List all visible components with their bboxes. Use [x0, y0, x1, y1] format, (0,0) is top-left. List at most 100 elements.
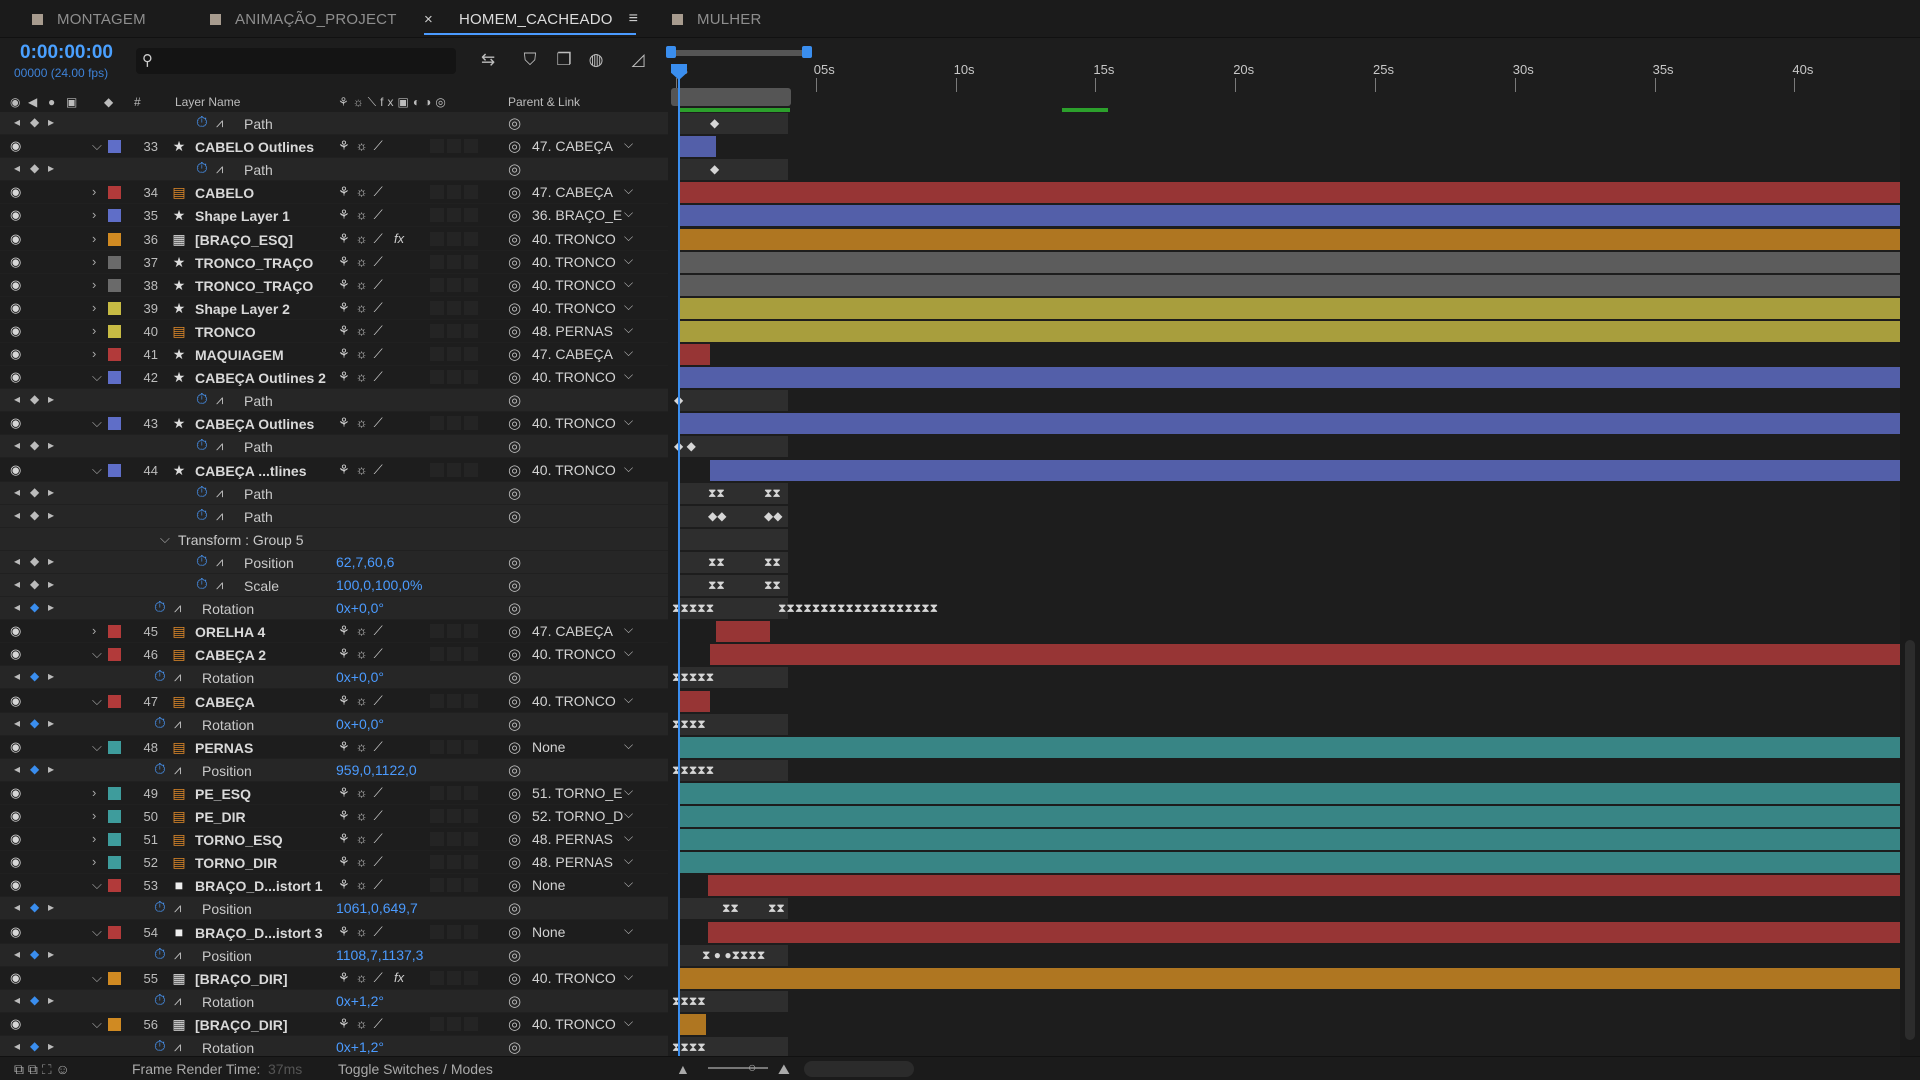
- layer-duration-bar[interactable]: [708, 921, 1900, 943]
- layer-duration-bar[interactable]: [678, 136, 716, 158]
- layer-duration-bar[interactable]: [678, 782, 1900, 804]
- property-row[interactable]: ◂ ◆ ▸ ⏱ ⩘ Path ◎: [0, 481, 668, 505]
- layer-duration-bar[interactable]: [678, 297, 1900, 319]
- layer-name[interactable]: Shape Layer 2: [195, 301, 290, 317]
- stopwatch-icon[interactable]: ⏱: [196, 553, 208, 570]
- layer-duration-bar[interactable]: [678, 251, 1900, 273]
- next-keyframe-icon[interactable]: ▸: [48, 669, 54, 683]
- prev-keyframe-icon[interactable]: ◂: [14, 508, 20, 522]
- pick-whip-icon[interactable]: ◎: [508, 414, 521, 432]
- chevron-down-icon[interactable]: ⌵: [92, 415, 102, 431]
- prev-keyframe-icon[interactable]: ◂: [14, 392, 20, 406]
- label-color-swatch[interactable]: [108, 740, 121, 754]
- chevron-down-icon[interactable]: ⌵: [624, 876, 633, 891]
- next-keyframe-icon[interactable]: ▸: [48, 485, 54, 499]
- layer-row[interactable]: ◉ ⌵ 44 ★ CABEÇA ...tlines ⚘☼⟋ ◎ 40. TRONCO ⌵: [0, 459, 668, 482]
- next-keyframe-icon[interactable]: ▸: [48, 554, 54, 568]
- stopwatch-icon[interactable]: ⏱: [196, 391, 208, 408]
- prev-keyframe-icon[interactable]: ◂: [14, 161, 20, 175]
- chevron-down-icon[interactable]: ⌵: [624, 461, 633, 476]
- layer-row[interactable]: ◉ › 35 ★ Shape Layer 1 ⚘☼⟋ ◎ 36. BRAÇO_E ⌵: [0, 204, 668, 228]
- chevron-down-icon[interactable]: ⌵: [92, 924, 102, 940]
- mode-boxes[interactable]: [430, 347, 498, 362]
- property-row[interactable]: ◂ ◆ ▸ ⏱ ⩘ Path ◎: [0, 504, 668, 528]
- mode-boxes[interactable]: [430, 970, 498, 986]
- property-row[interactable]: ◂ ◆ ▸ ⏱ ⩘ Rotation 0x+1,2° ◎: [0, 989, 668, 1013]
- eye-icon[interactable]: ◉: [10, 346, 21, 362]
- label-color-swatch[interactable]: [108, 971, 121, 985]
- fx-switch[interactable]: fx: [394, 970, 404, 985]
- chevron-right-icon[interactable]: ›: [92, 785, 96, 800]
- layer-row[interactable]: ◉ › 38 ★ TRONCO_TRAÇO ⚘☼⟋ ◎ 40. TRONCO ⌵: [0, 274, 668, 297]
- mode-boxes[interactable]: [430, 254, 498, 270]
- time-ruler[interactable]: 0s05s10s15s20s25s30s35s40s: [666, 40, 1900, 96]
- graph-icon[interactable]: ⩘: [174, 993, 181, 1009]
- layer-name[interactable]: CABEÇA Outlines 2: [195, 370, 326, 386]
- pick-whip-icon[interactable]: ◎: [508, 368, 521, 386]
- layer-switches[interactable]: ⚘☼⟋: [338, 877, 389, 893]
- keyframe-markers[interactable]: ◆◆: [708, 509, 726, 523]
- layer-switches[interactable]: ⚘☼⟋: [338, 207, 389, 223]
- eye-icon[interactable]: ◉: [10, 646, 21, 662]
- prev-keyframe-icon[interactable]: ◂: [14, 554, 20, 568]
- next-keyframe-icon[interactable]: ▸: [48, 508, 54, 522]
- stopwatch-icon[interactable]: ⏱: [154, 599, 166, 616]
- layer-row[interactable]: ◉ ⌵ 33 ★ CABELO Outlines ⚘☼⟋ ◎ 47. CABEÇA ⌵: [0, 135, 668, 159]
- property-value[interactable]: 100,0,100,0%: [336, 577, 422, 593]
- hamburger-menu-icon[interactable]: ≡: [629, 10, 639, 28]
- stopwatch-icon[interactable]: ⏱: [196, 576, 208, 593]
- mode-boxes[interactable]: [430, 208, 498, 223]
- next-keyframe-icon[interactable]: ▸: [48, 993, 54, 1007]
- label-color-swatch[interactable]: [108, 694, 121, 708]
- layer-row[interactable]: ◉ ⌵ 46 ▤ CABEÇA 2 ⚘☼⟋ ◎ 40. TRONCO ⌵: [0, 643, 668, 667]
- layer-name[interactable]: TRONCO: [195, 324, 256, 340]
- next-keyframe-icon[interactable]: ▸: [48, 392, 54, 406]
- prev-keyframe-icon[interactable]: ◂: [14, 900, 20, 914]
- eye-icon[interactable]: ◉: [10, 207, 21, 223]
- chevron-down-icon[interactable]: ⌵: [624, 368, 633, 383]
- next-keyframe-icon[interactable]: ▸: [48, 900, 54, 914]
- layer-switches[interactable]: ⚘☼⟋: [338, 300, 389, 316]
- chevron-down-icon[interactable]: ⌵: [624, 253, 633, 268]
- label-color-swatch[interactable]: [108, 140, 121, 154]
- property-value[interactable]: 0x+1,2°: [336, 993, 384, 1009]
- layer-duration-bar[interactable]: [710, 459, 1900, 481]
- pick-whip-icon[interactable]: ◎: [508, 599, 521, 617]
- eye-icon[interactable]: ◉: [10, 138, 21, 154]
- layer-duration-bar[interactable]: [716, 621, 770, 643]
- keyframe-toggle-icon[interactable]: ◆: [30, 115, 39, 129]
- pick-whip-icon[interactable]: ◎: [508, 137, 521, 155]
- eye-icon[interactable]: ◉: [10, 277, 21, 293]
- keyframe-markers[interactable]: ⧗⧗: [722, 901, 739, 916]
- property-row[interactable]: ◂ ◆ ▸ ⏱ ⩘ Rotation 0x+0,0° ◎: [0, 712, 668, 736]
- label-color-swatch[interactable]: [108, 648, 121, 662]
- chevron-right-icon[interactable]: ›: [92, 207, 96, 222]
- layer-row[interactable]: ◉ › 34 ▤ CABELO ⚘☼⟋ ◎ 47. CABEÇA ⌵: [0, 181, 668, 205]
- label-color-swatch[interactable]: [108, 255, 121, 269]
- chevron-down-icon[interactable]: ⌵: [624, 830, 633, 845]
- layer-duration-bar[interactable]: [678, 1013, 706, 1035]
- navigator-start-handle[interactable]: [666, 46, 676, 58]
- graph-icon[interactable]: ⩘: [216, 115, 223, 131]
- property-row[interactable]: ◂ ◆ ▸ ⏱ ⩘ Position 1061,0,649,7 ◎: [0, 897, 668, 921]
- graph-icon[interactable]: ⩘: [174, 600, 181, 616]
- chevron-right-icon[interactable]: ›: [92, 831, 96, 846]
- property-row[interactable]: ◂ ◆ ▸ ⏱ ⩘ Path ◎: [0, 389, 668, 413]
- layer-switches[interactable]: ⚘☼⟋: [338, 646, 389, 662]
- layer-name[interactable]: MAQUIAGEM: [195, 347, 284, 363]
- label-color-swatch[interactable]: [108, 186, 121, 200]
- pick-whip-icon[interactable]: ◎: [508, 668, 521, 686]
- keyframe-markers[interactable]: ◆: [710, 116, 719, 130]
- graph-icon[interactable]: ⩘: [216, 508, 223, 524]
- prev-keyframe-icon[interactable]: ◂: [14, 1039, 20, 1053]
- layer-switches[interactable]: ⚘☼⟋: [338, 346, 389, 362]
- chevron-down-icon[interactable]: ⌵: [624, 923, 633, 938]
- keyframe-markers[interactable]: ⧗⧗: [764, 578, 781, 593]
- chevron-down-icon[interactable]: ⌵: [624, 784, 633, 799]
- mode-boxes[interactable]: [430, 277, 498, 293]
- mode-boxes[interactable]: [430, 139, 498, 154]
- mode-boxes[interactable]: [430, 370, 498, 385]
- keyframe-toggle-icon[interactable]: ◆: [30, 762, 39, 776]
- layer-duration-bar[interactable]: [678, 413, 1900, 435]
- layer-switches[interactable]: ⚘☼⟋: [338, 231, 389, 247]
